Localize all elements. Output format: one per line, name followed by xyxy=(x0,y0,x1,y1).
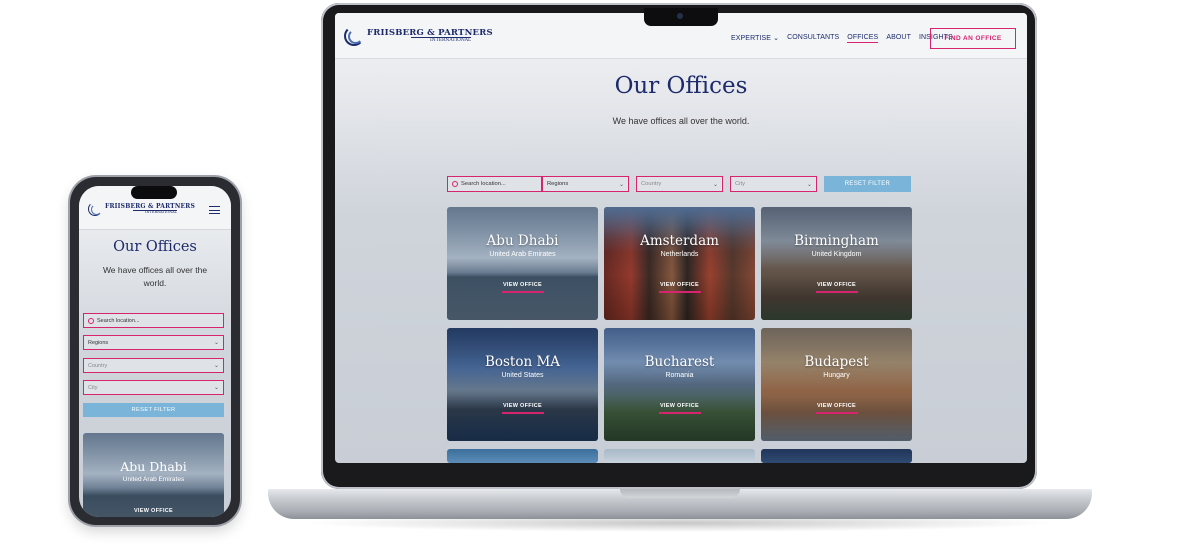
laptop-screen: FRIISBERG & PARTNERS INTERNATIONAL EXPER… xyxy=(335,13,1027,463)
office-country: United Arab Emirates xyxy=(122,476,185,483)
office-country: United Arab Emirates xyxy=(489,251,556,258)
view-office-button[interactable]: VIEW OFFICE xyxy=(604,403,755,414)
chevron-down-icon: ⌄ xyxy=(213,340,219,346)
view-office-button[interactable]: VIEW OFFICE xyxy=(447,403,598,414)
page-title: Our Offices xyxy=(113,239,197,255)
logo-swoosh-icon xyxy=(88,202,102,216)
nav-item-consultants[interactable]: CONSULTANTS xyxy=(787,34,839,43)
regions-select[interactable]: Regions ⌄ xyxy=(542,176,629,192)
chevron-down-icon: ⌄ xyxy=(618,181,624,188)
nav-item-about[interactable]: ABOUT xyxy=(886,34,911,43)
view-office-button[interactable]: VIEW OFFICE xyxy=(761,282,912,293)
office-name: Budapest xyxy=(804,354,869,370)
office-card-budapest[interactable]: Budapest Hungary VIEW OFFICE xyxy=(761,328,912,441)
office-country: United States xyxy=(501,372,544,379)
office-name: Amsterdam xyxy=(640,233,719,249)
search-icon xyxy=(452,181,458,187)
view-office-button[interactable]: VIEW OFFICE xyxy=(447,282,598,293)
office-name: Bucharest xyxy=(644,354,715,370)
office-country: Romania xyxy=(665,372,694,379)
office-name: Birmingham xyxy=(794,233,879,249)
search-icon xyxy=(88,317,94,324)
chevron-down-icon: ⌄ xyxy=(213,363,219,369)
office-card-amsterdam[interactable]: Amsterdam Netherlands VIEW OFFICE xyxy=(604,207,755,320)
city-select[interactable]: City ⌄ xyxy=(730,176,817,192)
phone-screen: FRIISBERG & PARTNERS INTERNATIONAL Our O… xyxy=(79,186,231,517)
brand-tagline: INTERNATIONAL xyxy=(133,209,177,215)
brand-logo[interactable]: FRIISBERG & PARTNERS INTERNATIONAL xyxy=(88,202,195,216)
page-subtitle: We have offices all over the world. xyxy=(102,265,208,288)
page-subtitle: We have offices all over the world. xyxy=(612,116,750,126)
office-card-partial[interactable] xyxy=(447,449,598,463)
reset-filter-button[interactable]: RESET FILTER xyxy=(83,403,224,417)
brand-name: FRIISBERG & PARTNERS xyxy=(105,202,195,210)
brand-name: FRIISBERG & PARTNERS xyxy=(367,27,493,38)
country-select[interactable]: Country ⌄ xyxy=(83,358,224,373)
view-office-button[interactable]: VIEW OFFICE xyxy=(604,282,755,293)
office-card-bucharest[interactable]: Bucharest Romania VIEW OFFICE xyxy=(604,328,755,441)
hamburger-menu-icon[interactable] xyxy=(209,206,220,214)
brand-logo[interactable]: FRIISBERG & PARTNERS INTERNATIONAL xyxy=(344,26,493,46)
device-mockup-stage: FRIISBERG & PARTNERS INTERNATIONAL EXPER… xyxy=(0,0,1200,550)
office-name: Boston MA xyxy=(484,354,561,370)
country-select[interactable]: Country ⌄ xyxy=(636,176,723,192)
logo-swoosh-icon xyxy=(344,26,364,46)
office-name: Abu Dhabi xyxy=(486,233,559,249)
nav-item-offices[interactable]: OFFICES xyxy=(847,34,879,43)
chevron-down-icon: ⌄ xyxy=(213,385,219,391)
office-card-boston[interactable]: Boston MA United States VIEW OFFICE xyxy=(447,328,598,441)
office-card-birmingham[interactable]: Birmingham United Kingdom VIEW OFFICE xyxy=(761,207,912,320)
nav-item-expertise[interactable]: EXPERTISE ⌄ xyxy=(731,34,779,43)
office-name: Abu Dhabi xyxy=(120,459,187,474)
search-input[interactable]: Search location... xyxy=(447,176,542,192)
regions-select[interactable]: Regions ⌄ xyxy=(83,335,224,350)
main-nav: EXPERTISE ⌄ CONSULTANTS OFFICES ABOUT IN… xyxy=(731,34,953,43)
office-country: United Kingdom xyxy=(811,251,862,258)
chevron-down-icon: ⌄ xyxy=(712,181,718,188)
search-input[interactable]: Search location... xyxy=(83,313,224,328)
laptop-camera-notch xyxy=(644,8,718,26)
office-country: Hungary xyxy=(823,372,850,379)
office-card-abu-dhabi[interactable]: Abu Dhabi United Arab Emirates VIEW OFFI… xyxy=(447,207,598,320)
filter-bar: Search location... Regions ⌄ Country ⌄ Cit… xyxy=(447,176,912,192)
view-office-button[interactable]: VIEW OFFICE xyxy=(761,403,912,414)
office-card-partial[interactable] xyxy=(604,449,755,463)
office-card-partial[interactable] xyxy=(761,449,912,463)
city-select[interactable]: City ⌄ xyxy=(83,380,224,395)
office-country: Netherlands xyxy=(660,251,699,258)
office-card-abu-dhabi[interactable]: Abu Dhabi United Arab Emirates VIEW OFFI… xyxy=(83,433,224,517)
chevron-down-icon: ⌄ xyxy=(773,35,780,42)
brand-tagline: INTERNATIONAL xyxy=(411,37,471,44)
view-office-button[interactable]: VIEW OFFICE xyxy=(83,508,224,514)
find-an-office-button[interactable]: FIND AN OFFICE xyxy=(930,28,1016,49)
page-title: Our Offices xyxy=(614,73,748,99)
chevron-down-icon: ⌄ xyxy=(806,181,812,188)
reset-filter-button[interactable]: RESET FILTER xyxy=(824,176,911,192)
laptop-base xyxy=(268,489,1092,519)
phone-dynamic-island xyxy=(131,186,177,199)
